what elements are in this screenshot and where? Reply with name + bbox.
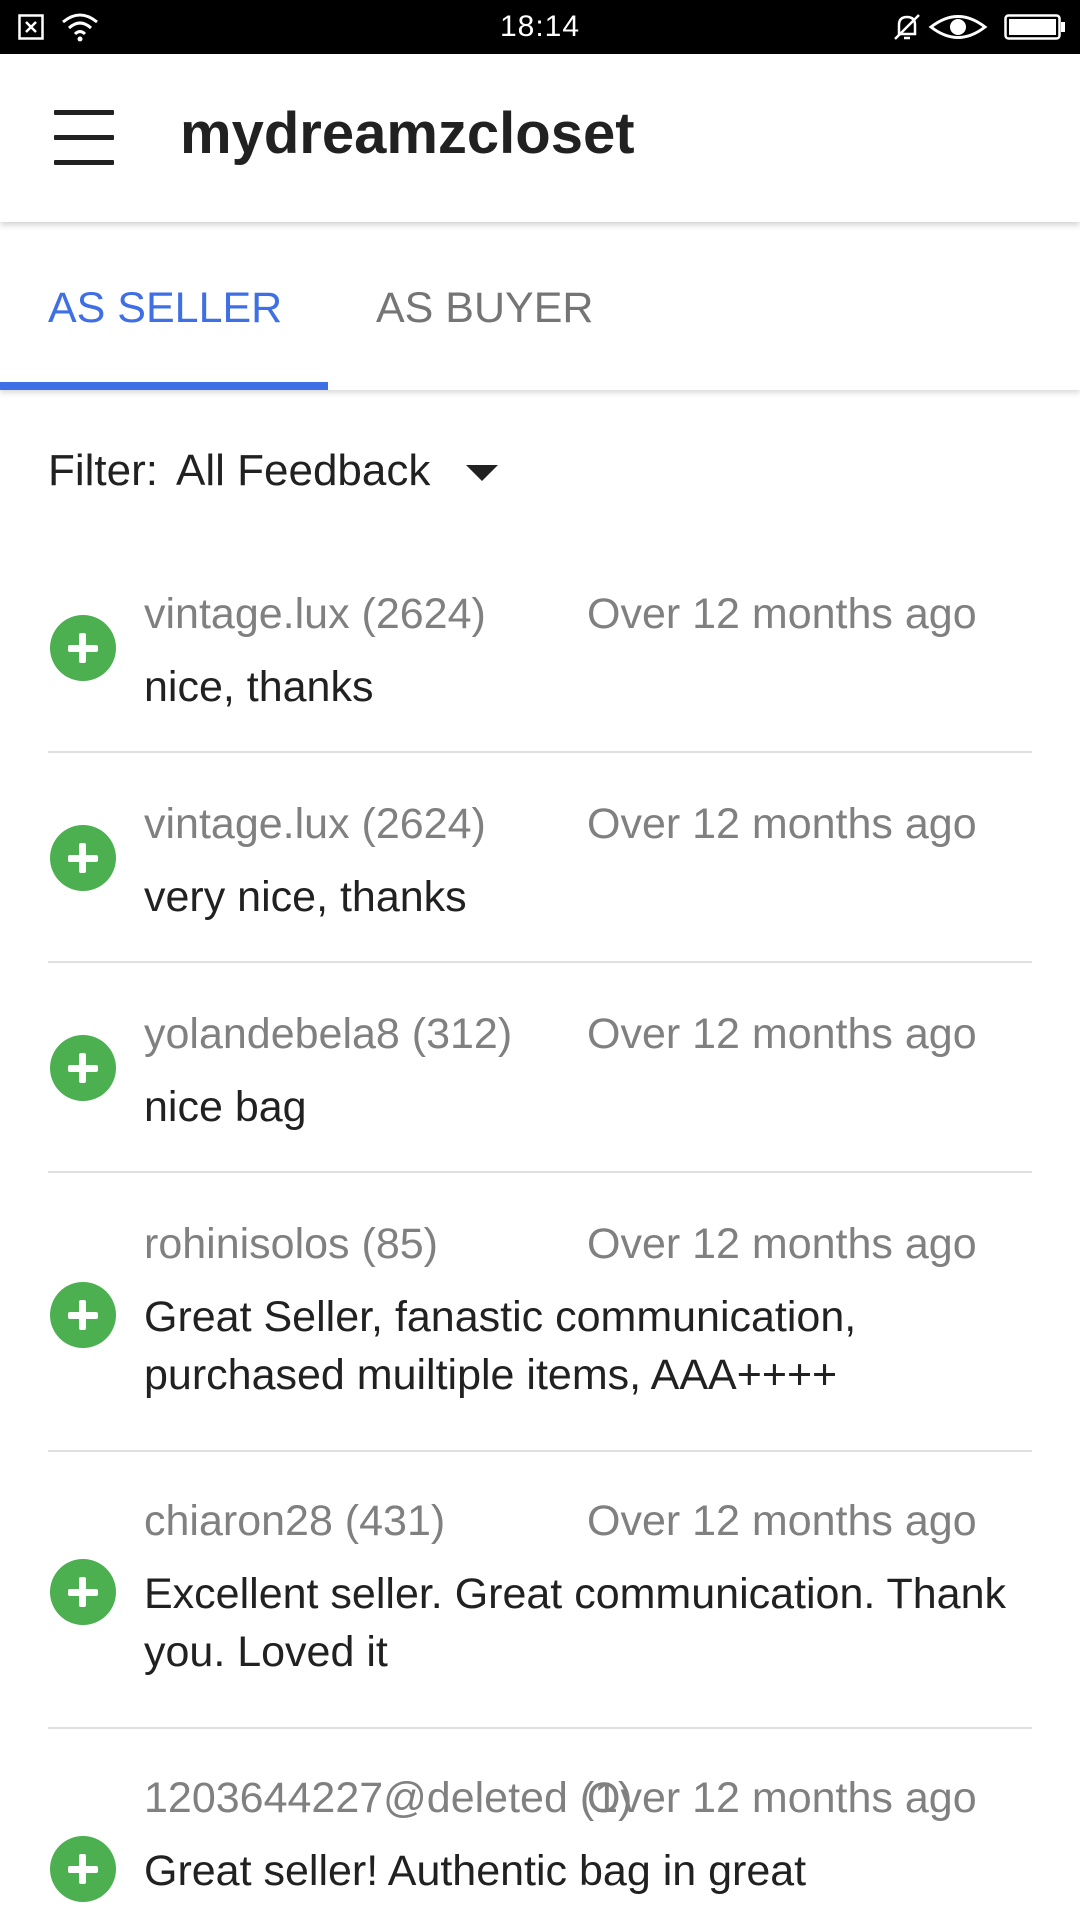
filter-value: All Feedback xyxy=(176,446,431,495)
divider xyxy=(48,1450,1032,1452)
feedback-item[interactable]: 1203644227@deleted (1) Over 12 months ag… xyxy=(0,1744,1080,1920)
divider xyxy=(48,1727,1032,1729)
filter-label: Filter: xyxy=(48,446,158,495)
feedback-user[interactable]: chiaron28 (431) xyxy=(144,1497,445,1546)
feedback-comment: nice, thanks xyxy=(144,663,374,711)
feedback-time: Over 12 months ago xyxy=(587,800,977,848)
feedback-item[interactable]: chiaron28 (431) Over 12 months ago Excel… xyxy=(0,1467,1080,1744)
feedback-filter[interactable]: Filter: All Feedback xyxy=(48,446,499,496)
feedback-user[interactable]: vintage.lux (2624) xyxy=(144,800,486,849)
feedback-time: Over 12 months ago xyxy=(587,1010,977,1058)
positive-feedback-icon xyxy=(50,825,116,891)
feedback-time: Over 12 months ago xyxy=(587,590,977,638)
feedback-user[interactable]: yolandebela8 (312) xyxy=(144,1010,512,1059)
feedback-user[interactable]: vintage.lux (2624) xyxy=(144,590,486,639)
positive-feedback-icon xyxy=(50,615,116,681)
feedback-item[interactable]: yolandebela8 (312) Over 12 months ago ni… xyxy=(0,980,1080,1190)
divider xyxy=(48,961,1032,963)
feedback-comment: Great seller! Authentic bag in great xyxy=(144,1847,807,1895)
feedback-user[interactable]: rohinisolos (85) xyxy=(144,1220,438,1269)
feedback-time: Over 12 months ago xyxy=(587,1497,977,1545)
feedback-time: Over 12 months ago xyxy=(587,1774,977,1822)
feedback-comment: Excellent seller. Great communication. T… xyxy=(144,1570,1006,1676)
tab-bar: AS SELLER AS BUYER xyxy=(0,222,1080,390)
feedback-item[interactable]: rohinisolos (85) Over 12 months ago Grea… xyxy=(0,1190,1080,1467)
dropdown-arrow-icon xyxy=(466,465,499,482)
hamburger-menu-icon[interactable] xyxy=(54,110,114,166)
status-bar: 18:14 xyxy=(0,0,1080,54)
bell-off-icon xyxy=(894,14,920,40)
positive-feedback-icon xyxy=(50,1282,116,1348)
feedback-item[interactable]: vintage.lux (2624) Over 12 months ago ni… xyxy=(0,560,1080,770)
positive-feedback-icon xyxy=(50,1035,116,1101)
feedback-comment: Great Seller, fanastic communication, pu… xyxy=(144,1293,857,1399)
divider xyxy=(48,751,1032,753)
feedback-time: Over 12 months ago xyxy=(587,1220,977,1268)
app-title: mydreamzcloset xyxy=(180,101,635,166)
tab-as-buyer[interactable]: AS BUYER xyxy=(376,284,593,333)
eye-icon xyxy=(928,15,988,39)
positive-feedback-icon xyxy=(50,1559,116,1625)
active-tab-indicator xyxy=(0,382,328,390)
app-bar: mydreamzcloset xyxy=(0,54,1080,222)
battery-icon xyxy=(1004,14,1065,40)
positive-feedback-icon xyxy=(50,1836,116,1902)
feedback-user[interactable]: 1203644227@deleted (1) xyxy=(144,1774,632,1823)
feedback-comment: nice bag xyxy=(144,1083,307,1131)
divider xyxy=(48,1171,1032,1173)
tab-as-seller[interactable]: AS SELLER xyxy=(48,284,282,333)
feedback-item[interactable]: vintage.lux (2624) Over 12 months ago ve… xyxy=(0,770,1080,980)
feedback-comment: very nice, thanks xyxy=(144,873,467,921)
